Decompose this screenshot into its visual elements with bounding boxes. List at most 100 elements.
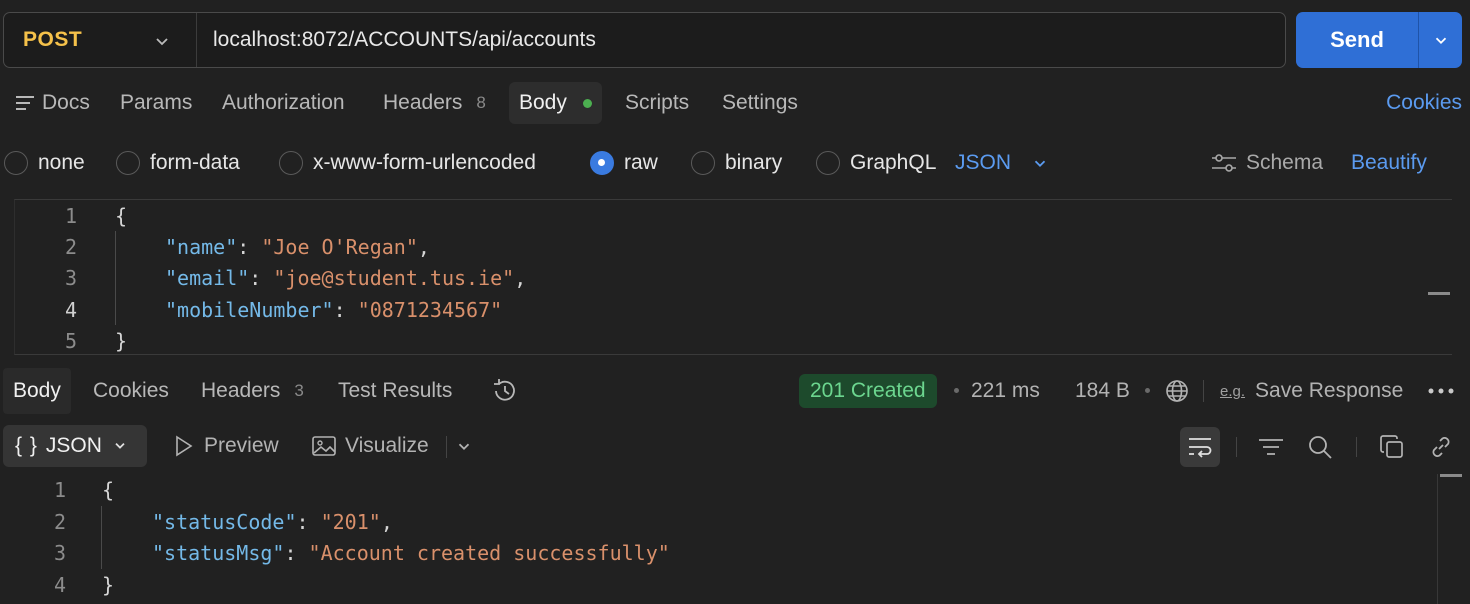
send-options-button[interactable] [1419, 12, 1462, 68]
close-brace: } [102, 572, 115, 597]
beautify-button[interactable]: Beautify [1351, 142, 1427, 184]
tab-body[interactable]: Body [509, 82, 602, 124]
visualize-button[interactable]: Visualize [311, 424, 429, 468]
request-body-editor[interactable]: 1{ 2 "name": "Joe O'Regan", 3 "email": "jo… [14, 199, 1452, 355]
globe-icon [1166, 380, 1188, 402]
docs-icon [16, 96, 34, 110]
tab-scripts[interactable]: Scripts [625, 82, 689, 124]
radio-binary-label: binary [725, 151, 783, 174]
preview-button[interactable]: Preview [172, 424, 279, 468]
json-value: "Joe O'Regan" [261, 234, 418, 259]
response-tab-test-results[interactable]: Test Results [338, 368, 452, 414]
line-number: 1 [53, 477, 66, 502]
radio-none-label: none [38, 151, 85, 174]
body-type-selector: none form-data x-www-form-urlencoded raw… [0, 142, 1470, 184]
radio-binary[interactable]: binary [691, 142, 782, 184]
copy-button[interactable] [1372, 427, 1412, 467]
sliders-icon [1212, 154, 1236, 172]
radio-graphql[interactable]: GraphQL [816, 142, 936, 184]
save-response-button[interactable]: e.g. Save Response [1220, 368, 1403, 414]
json-key: "name" [165, 234, 238, 259]
visualize-options-button[interactable] [455, 424, 473, 468]
filter-button[interactable] [1251, 427, 1291, 467]
language-select[interactable]: JSON [955, 142, 1049, 184]
status-badge[interactable]: 201 Created [799, 374, 937, 408]
search-button[interactable] [1300, 427, 1340, 467]
close-brace: } [115, 328, 128, 353]
url-input[interactable]: localhost:8072/ACCOUNTS/api/accounts [197, 28, 596, 52]
json-comma: , [380, 509, 393, 534]
radio-circle [691, 151, 715, 175]
radio-circle [279, 151, 303, 175]
radio-raw-label: raw [624, 151, 658, 174]
format-select-label: JSON [45, 434, 102, 457]
tab-authorization[interactable]: Authorization [222, 82, 345, 124]
json-key: "mobileNumber" [165, 297, 334, 322]
line-number: 4 [53, 572, 66, 597]
code-line: 4 "mobileNumber": "0871234567" [15, 294, 502, 325]
tab-settings[interactable]: Settings [722, 82, 798, 124]
line-number: 4 [64, 297, 77, 322]
radio-raw[interactable]: raw [590, 142, 658, 184]
send-button[interactable]: Send [1296, 12, 1419, 68]
response-body-viewer[interactable]: 1{ 2 "statusCode": "201", 3 "statusMsg": "… [0, 474, 1470, 604]
play-icon [176, 435, 193, 457]
method-label: POST [23, 28, 83, 51]
code-line: 3 "email": "joe@student.tus.ie", [15, 262, 526, 293]
network-button[interactable] [1164, 368, 1190, 414]
method-select[interactable]: POST [4, 13, 197, 67]
radio-circle [4, 151, 28, 175]
tab-docs[interactable]: Docs [15, 82, 90, 124]
radio-form-data[interactable]: form-data [116, 142, 240, 184]
copy-link-button[interactable] [1421, 427, 1461, 467]
scrollbar-track[interactable] [1437, 474, 1438, 604]
wrap-lines-button[interactable] [1180, 427, 1220, 467]
open-brace: { [115, 203, 128, 228]
radio-urlencoded[interactable]: x-www-form-urlencoded [279, 142, 536, 184]
radio-graphql-label: GraphQL [850, 151, 937, 174]
tab-headers[interactable]: Headers 8 [383, 82, 486, 124]
code-line: 1{ [15, 200, 127, 231]
radio-form-data-label: form-data [150, 151, 240, 174]
line-number: 2 [53, 509, 66, 534]
history-button[interactable] [490, 368, 520, 414]
url-bar: POST localhost:8072/ACCOUNTS/api/account… [3, 12, 1286, 68]
chevron-down-icon [156, 38, 168, 46]
tab-headers-label: Headers [383, 91, 463, 114]
wrap-icon [1189, 438, 1212, 458]
scrollbar-marker [1428, 292, 1450, 295]
response-tab-cookies[interactable]: Cookies [93, 368, 169, 414]
chevron-down-icon [1435, 37, 1446, 44]
more-options-button[interactable] [1428, 368, 1454, 414]
open-brace: { [102, 477, 115, 502]
scrollbar-marker [1440, 474, 1462, 477]
response-time[interactable]: 221 ms [971, 368, 1040, 414]
visualize-label: Visualize [345, 434, 429, 457]
tab-params[interactable]: Params [120, 82, 192, 124]
response-tab-headers[interactable]: Headers 3 [201, 368, 304, 414]
copy-icon [1380, 435, 1403, 458]
separator-dot [1145, 388, 1150, 393]
json-key: "statusMsg" [152, 540, 285, 565]
radio-circle-selected [590, 151, 614, 175]
json-value: "201" [320, 509, 381, 534]
line-number: 3 [53, 540, 66, 565]
radio-urlencoded-label: x-www-form-urlencoded [313, 151, 536, 174]
indent-guide [101, 506, 102, 569]
headers-count-badge: 8 [476, 93, 486, 112]
code-line: 4} [0, 569, 114, 600]
radio-circle [116, 151, 140, 175]
indent-guide [115, 231, 116, 325]
preview-label: Preview [204, 434, 279, 457]
schema-button[interactable]: Schema [1210, 142, 1323, 184]
chevron-down-icon [458, 443, 470, 450]
response-tab-body[interactable]: Body [3, 368, 71, 414]
radio-none[interactable]: none [4, 142, 85, 184]
cookies-link[interactable]: Cookies [1386, 82, 1462, 124]
history-icon [494, 379, 515, 401]
json-value: "joe@student.tus.ie" [273, 265, 515, 290]
format-select[interactable]: { } JSON [3, 425, 147, 467]
more-horizontal-icon [1428, 388, 1454, 394]
response-size[interactable]: 184 B [1075, 368, 1130, 414]
example-icon: e.g. [1220, 382, 1246, 400]
